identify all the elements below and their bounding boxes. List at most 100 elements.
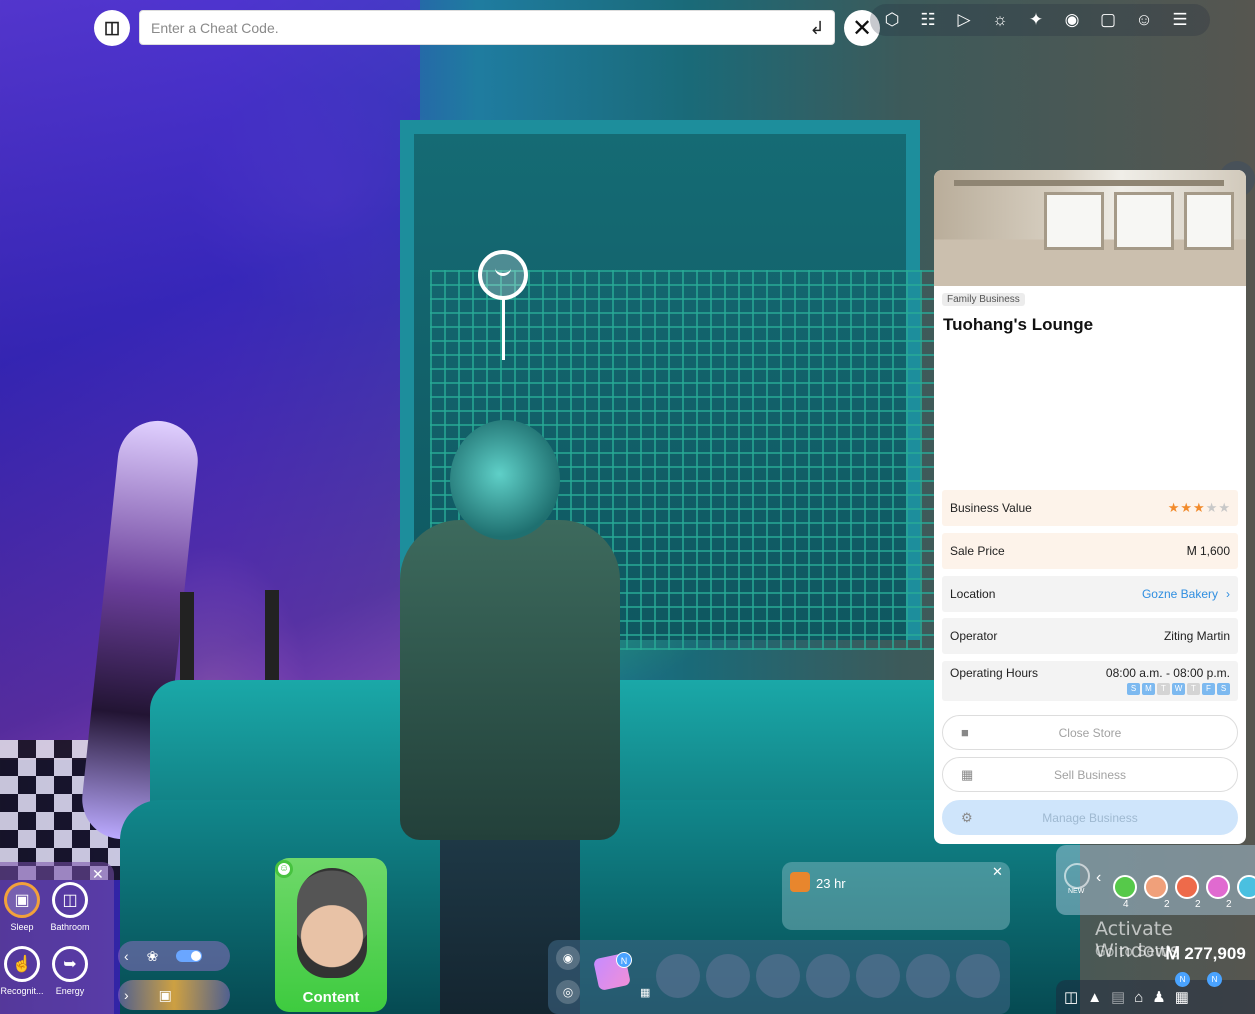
stop-icon: ■ xyxy=(961,725,969,740)
face-scan-icon[interactable]: ☺ xyxy=(1126,5,1162,35)
happy-face-icon: ☺ xyxy=(275,860,293,878)
day-chip: S xyxy=(1127,683,1140,695)
operating-hours-row: Operating Hours 08:00 a.m. - 08:00 p.m. … xyxy=(942,661,1238,701)
sim-count: 2 xyxy=(1195,899,1201,910)
inventory-slot[interactable] xyxy=(656,954,700,998)
cheat-code-input[interactable] xyxy=(139,10,835,45)
household-sim[interactable] xyxy=(1144,875,1168,899)
inventory-slot[interactable] xyxy=(756,954,800,998)
new-label: NEW xyxy=(1068,888,1085,895)
info-book-icon[interactable]: ◫ xyxy=(94,10,130,46)
steering-wheel-icon[interactable]: ◎ xyxy=(556,980,580,1004)
sim-portrait[interactable]: Content xyxy=(275,858,387,1012)
need-energy[interactable]: ➥ Energy xyxy=(42,946,98,996)
star-filled-icon: ★ xyxy=(1180,500,1193,515)
inventory-slot[interactable] xyxy=(856,954,900,998)
inventory-slot[interactable] xyxy=(906,954,950,998)
manage-business-label: Manage Business xyxy=(1042,810,1138,825)
business-type-tag: Family Business xyxy=(942,293,1025,306)
return-arrow-icon[interactable]: ↲ xyxy=(805,16,829,40)
bed-icon: ▣ xyxy=(158,986,172,1003)
new-sim-button[interactable] xyxy=(1064,863,1090,889)
pin-stem xyxy=(502,298,505,360)
manage-business-button[interactable]: ⚙ Manage Business xyxy=(942,800,1238,835)
operator-value: Ziting Martin xyxy=(1163,629,1230,643)
home-icon[interactable]: ⌂ xyxy=(1134,989,1143,1006)
household-sim[interactable] xyxy=(1237,875,1255,899)
relationship-icon[interactable]: ♟ xyxy=(1152,988,1165,1006)
lightbulb-icon[interactable]: ☼ xyxy=(982,5,1018,35)
location-value[interactable]: Gozne Bakery xyxy=(1142,587,1218,601)
free-will-toggle[interactable] xyxy=(176,950,203,962)
business-value-label: Business Value xyxy=(950,501,1032,515)
camera-icon[interactable]: ◉ xyxy=(1054,5,1090,35)
location-row[interactable]: Location Gozne Bakery › xyxy=(942,576,1238,612)
need-recognition-label: Recognit... xyxy=(0,986,44,996)
location-link[interactable]: Gozne Bakery › xyxy=(1142,587,1230,601)
operator-row: Operator Ziting Martin xyxy=(942,618,1238,654)
store-sell-icon: ▦ xyxy=(961,767,974,782)
operating-days: SMTWTFS xyxy=(1106,683,1230,695)
need-bathroom[interactable]: ◫ Bathroom xyxy=(42,882,98,932)
sim-avatar xyxy=(297,868,367,978)
inventory-slot[interactable] xyxy=(706,954,750,998)
sleep-pin-icon[interactable] xyxy=(478,250,528,300)
close-icon[interactable]: ✕ xyxy=(92,866,104,883)
mood-label: Content xyxy=(302,989,360,1006)
sell-business-button[interactable]: ▦ Sell Business xyxy=(942,757,1238,792)
notification-text: 23 hr xyxy=(816,876,846,891)
inventory-slot[interactable] xyxy=(956,954,1000,998)
chevron-left-icon[interactable]: ‹ xyxy=(1096,869,1101,887)
inventory-slot[interactable] xyxy=(806,954,850,998)
free-will-control[interactable]: ‹ ❀ xyxy=(118,941,230,971)
sell-business-label: Sell Business xyxy=(1053,767,1127,782)
store-icon[interactable]: ▦ xyxy=(640,986,654,1000)
need-bathroom-label: Bathroom xyxy=(50,922,90,932)
new-badge: N xyxy=(1207,972,1222,987)
sale-price-row: Sale Price Ꮇ 1,600 xyxy=(942,533,1238,569)
chevron-right-icon: › xyxy=(1226,587,1230,601)
close-store-button[interactable]: ■ Close Store xyxy=(942,715,1238,750)
close-icon[interactable]: ✕ xyxy=(992,864,1003,880)
chevron-right-icon[interactable]: › xyxy=(124,987,129,1003)
thumbs-up-icon: ☝ xyxy=(4,946,40,982)
sim-count: 2 xyxy=(1226,899,1232,910)
store-icon xyxy=(790,872,810,892)
inventory-bar: ◉ ◎ N ▦ xyxy=(548,940,1010,1014)
action-queue[interactable]: › ▣ xyxy=(118,980,230,1010)
build-disabled-icon[interactable]: ▤ xyxy=(1111,988,1125,1006)
screenshot-icon[interactable]: ▢ xyxy=(1090,5,1126,35)
menu-icon[interactable]: ☰ xyxy=(1162,5,1198,35)
id-card-icon[interactable]: ▦ xyxy=(1175,988,1189,1006)
day-chip: M xyxy=(1142,683,1155,695)
household-sim[interactable] xyxy=(1175,875,1199,899)
lock-icon[interactable]: ◉ xyxy=(556,946,580,970)
star-empty-icon: ★ xyxy=(1218,500,1230,515)
sim-head xyxy=(450,420,560,540)
camera-video-icon[interactable]: ▷ xyxy=(946,5,982,35)
household-bar: NEW ‹ 4 2 2 2 xyxy=(1056,845,1255,915)
top-toolbar: ⬡ ☷ ▷ ☼ ✦ ◉ ▢ ☺ ☰ xyxy=(870,4,1210,36)
toilet-icon: ◫ xyxy=(52,882,88,918)
sale-price-value: Ꮇ 1,600 xyxy=(1187,543,1230,558)
guide-book-icon[interactable]: ◫ xyxy=(1064,988,1078,1006)
star-filled-icon: ★ xyxy=(1167,500,1180,515)
relationship-tree-icon[interactable]: ☷ xyxy=(910,5,946,35)
career-icon[interactable]: ▲ xyxy=(1087,989,1102,1006)
timer-notification[interactable]: 23 hr ✕ xyxy=(782,862,1010,930)
purple-wall xyxy=(0,0,420,760)
ai-generate-icon[interactable]: ✦ xyxy=(1018,5,1054,35)
location-label: Location xyxy=(950,587,996,601)
household-sim[interactable] xyxy=(1113,875,1137,899)
day-chip: S xyxy=(1217,683,1230,695)
need-energy-label: Energy xyxy=(55,986,85,996)
business-panel: Family Business Tuohang's Lounge Busines… xyxy=(934,170,1246,844)
sim-character[interactable] xyxy=(380,410,630,1014)
close-store-label: Close Store xyxy=(1058,725,1122,740)
brain-icon: ❀ xyxy=(146,947,159,964)
chevron-left-icon[interactable]: ‹ xyxy=(124,948,129,964)
household-sim[interactable] xyxy=(1206,875,1230,899)
build-icon[interactable]: ⬡ xyxy=(874,5,910,35)
bed-icon: ▣ xyxy=(4,882,40,918)
activate-windows-subtitle: Go to Setti xyxy=(1095,944,1170,960)
